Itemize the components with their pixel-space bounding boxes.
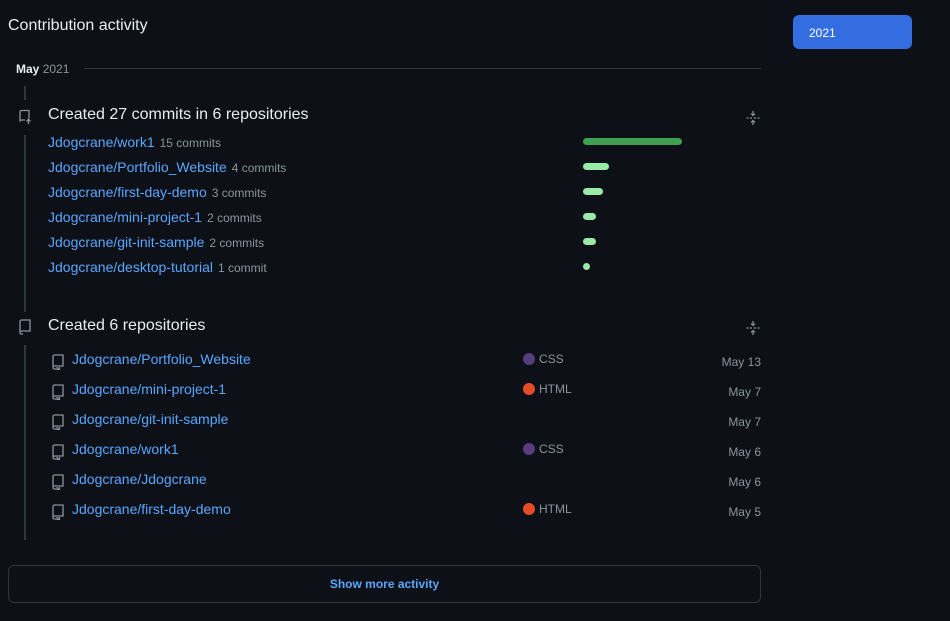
commit-count[interactable]: 2 commits bbox=[209, 236, 264, 250]
repo-created-date: May 5 bbox=[728, 505, 761, 519]
commit-bar bbox=[583, 213, 596, 220]
commit-count[interactable]: 3 commits bbox=[212, 186, 267, 200]
timeline-line bbox=[24, 345, 26, 540]
commit-count[interactable]: 2 commits bbox=[207, 211, 262, 225]
commit-row: Jdogcrane/Portfolio_Website 4 commits bbox=[48, 159, 286, 177]
created-repo-link[interactable]: Jdogcrane/Portfolio_Website bbox=[72, 351, 251, 367]
month-year: 2021 bbox=[42, 62, 70, 76]
created-repo-link[interactable]: Jdogcrane/work1 bbox=[72, 441, 179, 457]
repo-icon bbox=[51, 504, 65, 522]
repo-push-icon bbox=[17, 109, 33, 125]
repo-language: CSS bbox=[523, 352, 564, 366]
commit-row: Jdogcrane/desktop-tutorial 1 commit bbox=[48, 259, 267, 277]
commit-bar bbox=[583, 238, 596, 245]
created-repo-link[interactable]: Jdogcrane/Jdogcrane bbox=[72, 471, 207, 487]
commit-repo-link[interactable]: Jdogcrane/Portfolio_Website bbox=[48, 159, 227, 175]
commit-count[interactable]: 1 commit bbox=[218, 261, 267, 275]
repo-created-date: May 6 bbox=[728, 445, 761, 459]
created-repo-link[interactable]: Jdogcrane/mini-project-1 bbox=[72, 381, 226, 397]
commit-repo-link[interactable]: Jdogcrane/desktop-tutorial bbox=[48, 259, 213, 275]
commit-repo-link[interactable]: Jdogcrane/mini-project-1 bbox=[48, 209, 202, 225]
repo-icon bbox=[18, 319, 34, 335]
month-divider bbox=[84, 68, 761, 69]
repo-icon bbox=[51, 384, 65, 402]
language-color-dot bbox=[523, 383, 535, 395]
repo-icon bbox=[51, 474, 65, 492]
language-color-dot bbox=[523, 353, 535, 365]
commit-bar bbox=[583, 188, 603, 195]
repo-language: HTML bbox=[523, 382, 572, 396]
repo-icon bbox=[51, 414, 65, 432]
commit-row: Jdogcrane/work1 15 commits bbox=[48, 134, 221, 152]
repo-created-date: May 6 bbox=[728, 475, 761, 489]
language-label: HTML bbox=[539, 382, 572, 396]
repo-created-date: May 13 bbox=[721, 355, 761, 369]
commit-bar bbox=[583, 163, 609, 170]
commit-row: Jdogcrane/first-day-demo 3 commits bbox=[48, 184, 266, 202]
repo-created-date: May 7 bbox=[728, 385, 761, 399]
commit-bar bbox=[583, 263, 590, 270]
repo-icon bbox=[51, 444, 65, 462]
commit-row: Jdogcrane/git-init-sample 2 commits bbox=[48, 234, 264, 252]
repo-language: CSS bbox=[523, 442, 564, 456]
collapse-repos-icon[interactable] bbox=[746, 320, 760, 336]
repo-created-date: May 7 bbox=[728, 415, 761, 429]
language-color-dot bbox=[523, 503, 535, 515]
commit-repo-link[interactable]: Jdogcrane/first-day-demo bbox=[48, 184, 207, 200]
contribution-activity-heading: Contribution activity bbox=[8, 17, 148, 34]
repo-language: HTML bbox=[523, 502, 572, 516]
commits-section-title: Created 27 commits in 6 repositories bbox=[48, 106, 309, 123]
commit-count[interactable]: 4 commits bbox=[232, 161, 287, 175]
commit-row: Jdogcrane/mini-project-1 2 commits bbox=[48, 209, 262, 227]
month-label: May 2021 bbox=[16, 62, 69, 76]
repos-section-title: Created 6 repositories bbox=[48, 317, 206, 334]
commit-repo-link[interactable]: Jdogcrane/git-init-sample bbox=[48, 234, 204, 250]
year-2021-button[interactable]: 2021 bbox=[793, 15, 912, 49]
collapse-commits-icon[interactable] bbox=[746, 110, 760, 126]
created-repo-link[interactable]: Jdogcrane/git-init-sample bbox=[72, 411, 228, 427]
month-name: May bbox=[16, 62, 40, 76]
commit-count[interactable]: 15 commits bbox=[160, 136, 221, 150]
timeline-line bbox=[24, 86, 26, 100]
timeline-line bbox=[24, 135, 26, 312]
language-label: CSS bbox=[539, 442, 564, 456]
repo-icon bbox=[51, 354, 65, 372]
language-color-dot bbox=[523, 443, 535, 455]
language-label: HTML bbox=[539, 502, 572, 516]
commit-bar bbox=[583, 138, 682, 145]
show-more-activity-button[interactable]: Show more activity bbox=[8, 565, 761, 603]
commit-repo-link[interactable]: Jdogcrane/work1 bbox=[48, 134, 155, 150]
created-repo-link[interactable]: Jdogcrane/first-day-demo bbox=[72, 501, 231, 517]
language-label: CSS bbox=[539, 352, 564, 366]
